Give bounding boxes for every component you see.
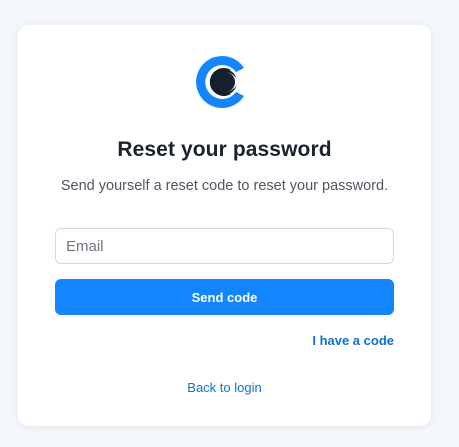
brand-logo-icon [194, 52, 254, 112]
reset-password-card: Reset your password Send yourself a rese… [18, 25, 431, 426]
logo-dark-core [211, 69, 237, 95]
back-to-login-link[interactable]: Back to login [18, 380, 431, 395]
email-input[interactable] [55, 228, 394, 264]
page-subtitle: Send yourself a reset code to reset your… [60, 178, 389, 194]
have-code-link[interactable]: I have a code [312, 333, 394, 348]
page-title: Reset your password [117, 138, 332, 161]
brand-logo-svg [196, 56, 244, 108]
send-code-button[interactable]: Send code [55, 279, 394, 315]
